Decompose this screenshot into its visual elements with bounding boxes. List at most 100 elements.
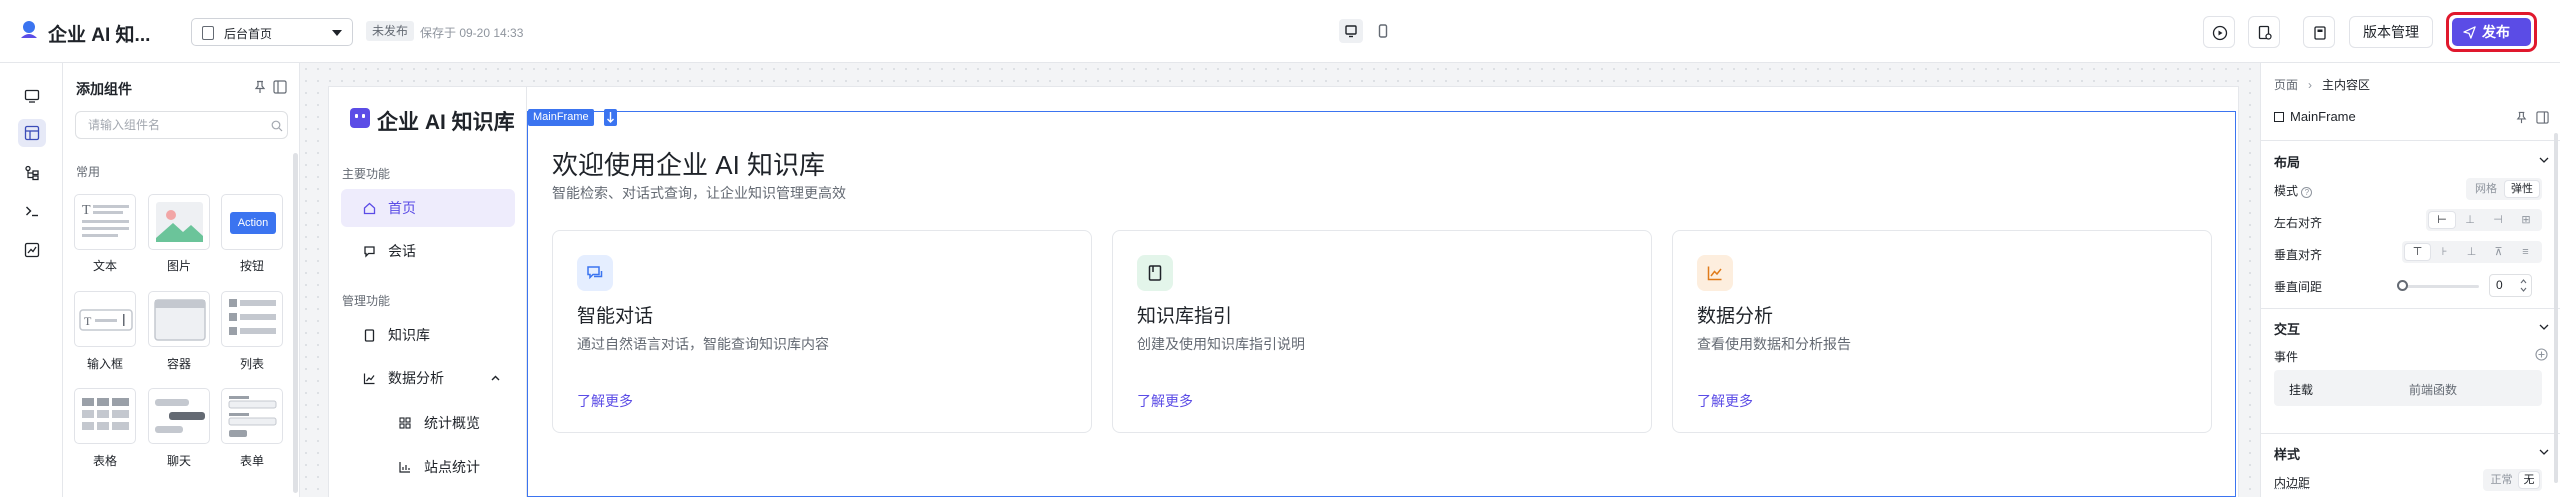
nav-item-chat[interactable]: 会话 (341, 232, 515, 270)
publish-button-inner[interactable]: 发布 (2452, 18, 2531, 46)
component-chat-card[interactable] (148, 388, 210, 444)
align-top-icon[interactable]: ⊤ (2405, 244, 2430, 260)
pin-icon[interactable] (2515, 111, 2528, 124)
app-preview: 企业 AI 知识库 主要功能 首页 会话 管理功能 知识库 数据分析 统计概览 … (329, 87, 2238, 497)
nav-chat-label: 会话 (388, 243, 416, 259)
learn-more-link[interactable]: 了解更多 (1697, 391, 1753, 411)
vertical-gap-slider[interactable] (2401, 285, 2479, 288)
pin-icon[interactable] (253, 80, 267, 94)
page-icon (202, 26, 214, 40)
page-select[interactable]: 后台首页 (191, 18, 353, 46)
component-search-input[interactable] (75, 111, 288, 139)
rail-tree-button[interactable] (18, 159, 46, 187)
page-select-value: 后台首页 (224, 27, 273, 41)
interaction-section-title[interactable]: 交互 (2274, 319, 2300, 338)
event-row[interactable]: 挂载 前端函数 (2274, 370, 2542, 406)
publish-button[interactable]: 发布 (2446, 12, 2537, 52)
feature-icon-box (577, 255, 613, 291)
component-chat-label: 聊天 (166, 454, 191, 468)
properties-panel: 页面 › 主内容区 MainFrame 布局 模式 ? 网格 弹性 左右对齐 ⊢ ⊥… (2260, 63, 2560, 497)
style-section-title[interactable]: 样式 (2274, 444, 2300, 463)
preview-button[interactable] (2203, 16, 2235, 48)
nav-item-analytics[interactable]: 数据分析 (341, 359, 515, 397)
align-center-icon[interactable]: ⊥ (2457, 212, 2483, 228)
mode-flex-option[interactable]: 弹性 (2505, 181, 2539, 197)
nav-item-home[interactable]: 首页 (341, 189, 515, 227)
chevron-down-icon (332, 30, 342, 36)
chevron-down-icon[interactable] (2539, 157, 2549, 163)
add-event-icon[interactable] (2535, 348, 2548, 361)
feature-card-guide[interactable]: 知识库指引 创建及使用知识库指引说明 了解更多 (1112, 230, 1652, 433)
component-image-card[interactable] (148, 194, 210, 250)
form-icon (228, 396, 277, 437)
mode-grid-option[interactable]: 网格 (2469, 181, 2503, 197)
settings-doc-button[interactable] (2248, 16, 2280, 48)
feature-title: 知识库指引 (1137, 306, 1233, 327)
component-button-label: 按钮 (239, 259, 264, 273)
nav-sub-site-stats[interactable]: 站点统计 (341, 448, 515, 486)
align-bottom-icon[interactable]: ⊥ (2459, 244, 2484, 260)
component-panel-scrollbar[interactable] (293, 153, 298, 493)
frame-tag[interactable]: MainFrame (528, 109, 594, 126)
frame-drag-handle[interactable] (604, 109, 617, 126)
learn-more-link[interactable]: 了解更多 (1137, 391, 1193, 411)
component-text-card[interactable]: T (74, 194, 136, 250)
align-middle-icon[interactable]: ⊦ (2432, 244, 2457, 260)
nav-kb-label: 知识库 (388, 327, 430, 343)
padding-none-option[interactable]: 无 (2519, 472, 2539, 488)
desktop-view-button[interactable] (1339, 19, 1363, 43)
learn-more-link[interactable]: 了解更多 (577, 391, 633, 411)
rail-code-button[interactable] (18, 197, 46, 225)
event-action: 前端函数 (2409, 383, 2458, 397)
rail-pages-button[interactable] (18, 82, 46, 110)
home-icon (363, 202, 376, 215)
play-circle-icon (2212, 25, 2228, 41)
align-baseline-icon[interactable]: ⊼ (2486, 244, 2511, 260)
chevron-down-icon[interactable] (2539, 324, 2549, 330)
nav-home-label: 首页 (388, 200, 416, 216)
feature-desc: 创建及使用知识库指引说明 (1137, 336, 1305, 352)
table-icon (82, 398, 129, 430)
nav-sub-overview[interactable]: 统计概览 (341, 404, 515, 442)
component-container-card[interactable] (148, 291, 210, 347)
event-label: 事件 (2274, 350, 2299, 364)
main-frame-selection[interactable]: MainFrame 欢迎使用企业 AI 知识库 智能检索、对话式查询，让企业知识… (527, 109, 2236, 497)
chat-bubble-icon (155, 399, 205, 433)
left-rail (0, 63, 63, 497)
properties-scrollbar[interactable] (2554, 133, 2558, 483)
component-button-card[interactable]: Action (221, 194, 283, 250)
padding-label: 内边距 (2274, 476, 2311, 490)
align-fill-icon[interactable]: ≡ (2513, 244, 2538, 260)
rail-analytics-button[interactable] (18, 236, 46, 264)
vertical-gap-slider-handle[interactable] (2397, 280, 2408, 291)
breadcrumb-page[interactable]: 页面 (2274, 78, 2298, 92)
component-list-card[interactable] (221, 291, 283, 347)
app-title[interactable]: 企业 AI 知... (48, 20, 150, 47)
component-form-card[interactable] (221, 388, 283, 444)
chevron-down-icon[interactable] (2539, 449, 2549, 455)
svg-text:T: T (84, 314, 92, 328)
align-left-icon[interactable]: ⊢ (2429, 212, 2455, 228)
layout-section-title[interactable]: 布局 (2274, 152, 2300, 171)
selected-frame-name: MainFrame (2290, 109, 2356, 124)
nav-analytics-label: 数据分析 (388, 370, 444, 386)
align-stretch-icon[interactable]: ⊞ (2513, 212, 2539, 228)
nav-item-knowledge-base[interactable]: 知识库 (341, 316, 515, 354)
layout-icon (24, 125, 40, 141)
design-canvas[interactable]: 企业 AI 知识库 主要功能 首页 会话 管理功能 知识库 数据分析 统计概览 … (300, 63, 2260, 497)
collapse-panel-icon[interactable] (2536, 111, 2549, 124)
align-right-icon[interactable]: ⊣ (2485, 212, 2511, 228)
vertical-gap-input[interactable]: 0 (2489, 274, 2532, 297)
feature-card-chat[interactable]: 智能对话 通过自然语言对话，智能查询知识库内容 了解更多 (552, 230, 1092, 433)
version-management-button[interactable]: 版本管理 (2349, 16, 2433, 48)
component-table-card[interactable] (74, 388, 136, 444)
event-trigger: 挂载 (2289, 383, 2314, 397)
padding-normal-option[interactable]: 正常 (2486, 472, 2517, 488)
stepper-icon[interactable] (2520, 278, 2527, 293)
feature-card-analytics[interactable]: 数据分析 查看使用数据和分析报告 了解更多 (1672, 230, 2212, 433)
save-button[interactable] (2303, 16, 2335, 48)
component-input-card[interactable]: T (74, 291, 136, 347)
collapse-panel-icon[interactable] (273, 80, 287, 94)
mobile-view-button[interactable] (1371, 19, 1395, 43)
rail-components-button[interactable] (18, 119, 46, 147)
